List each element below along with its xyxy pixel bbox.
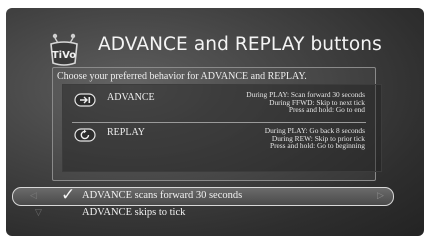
advance-icon bbox=[74, 93, 96, 107]
menu-item-advance-skips[interactable]: ADVANCE skips to tick bbox=[82, 207, 185, 218]
option-name-advance: ADVANCE bbox=[107, 92, 155, 103]
down-arrow-icon[interactable]: ▽ bbox=[35, 207, 42, 218]
replay-icon bbox=[74, 128, 96, 142]
left-arrow-icon[interactable]: ◁ bbox=[30, 190, 37, 201]
panel-instruction: Choose your preferred behavior for ADVAN… bbox=[57, 71, 307, 82]
menu-item-advance-scans[interactable]: ADVANCE scans forward 30 seconds bbox=[82, 190, 242, 201]
options-divider bbox=[72, 122, 366, 123]
page-title: ADVANCE and REPLAY buttons bbox=[98, 34, 382, 55]
checkmark-icon: ✓ bbox=[61, 185, 76, 204]
option-desc-replay: During PLAY: Go back 8 seconds During RE… bbox=[265, 127, 365, 150]
desc-line: Press and hold: Go to end bbox=[288, 105, 365, 115]
option-name-replay: REPLAY bbox=[107, 127, 145, 138]
tivo-logo: TiVo bbox=[50, 33, 78, 66]
svg-text:TiVo: TiVo bbox=[52, 50, 76, 61]
right-arrow-icon[interactable]: ▷ bbox=[377, 190, 384, 201]
option-desc-advance: During PLAY: Scan forward 30 seconds Dur… bbox=[246, 91, 365, 114]
desc-line: Press and hold: Go to beginning bbox=[269, 141, 365, 151]
